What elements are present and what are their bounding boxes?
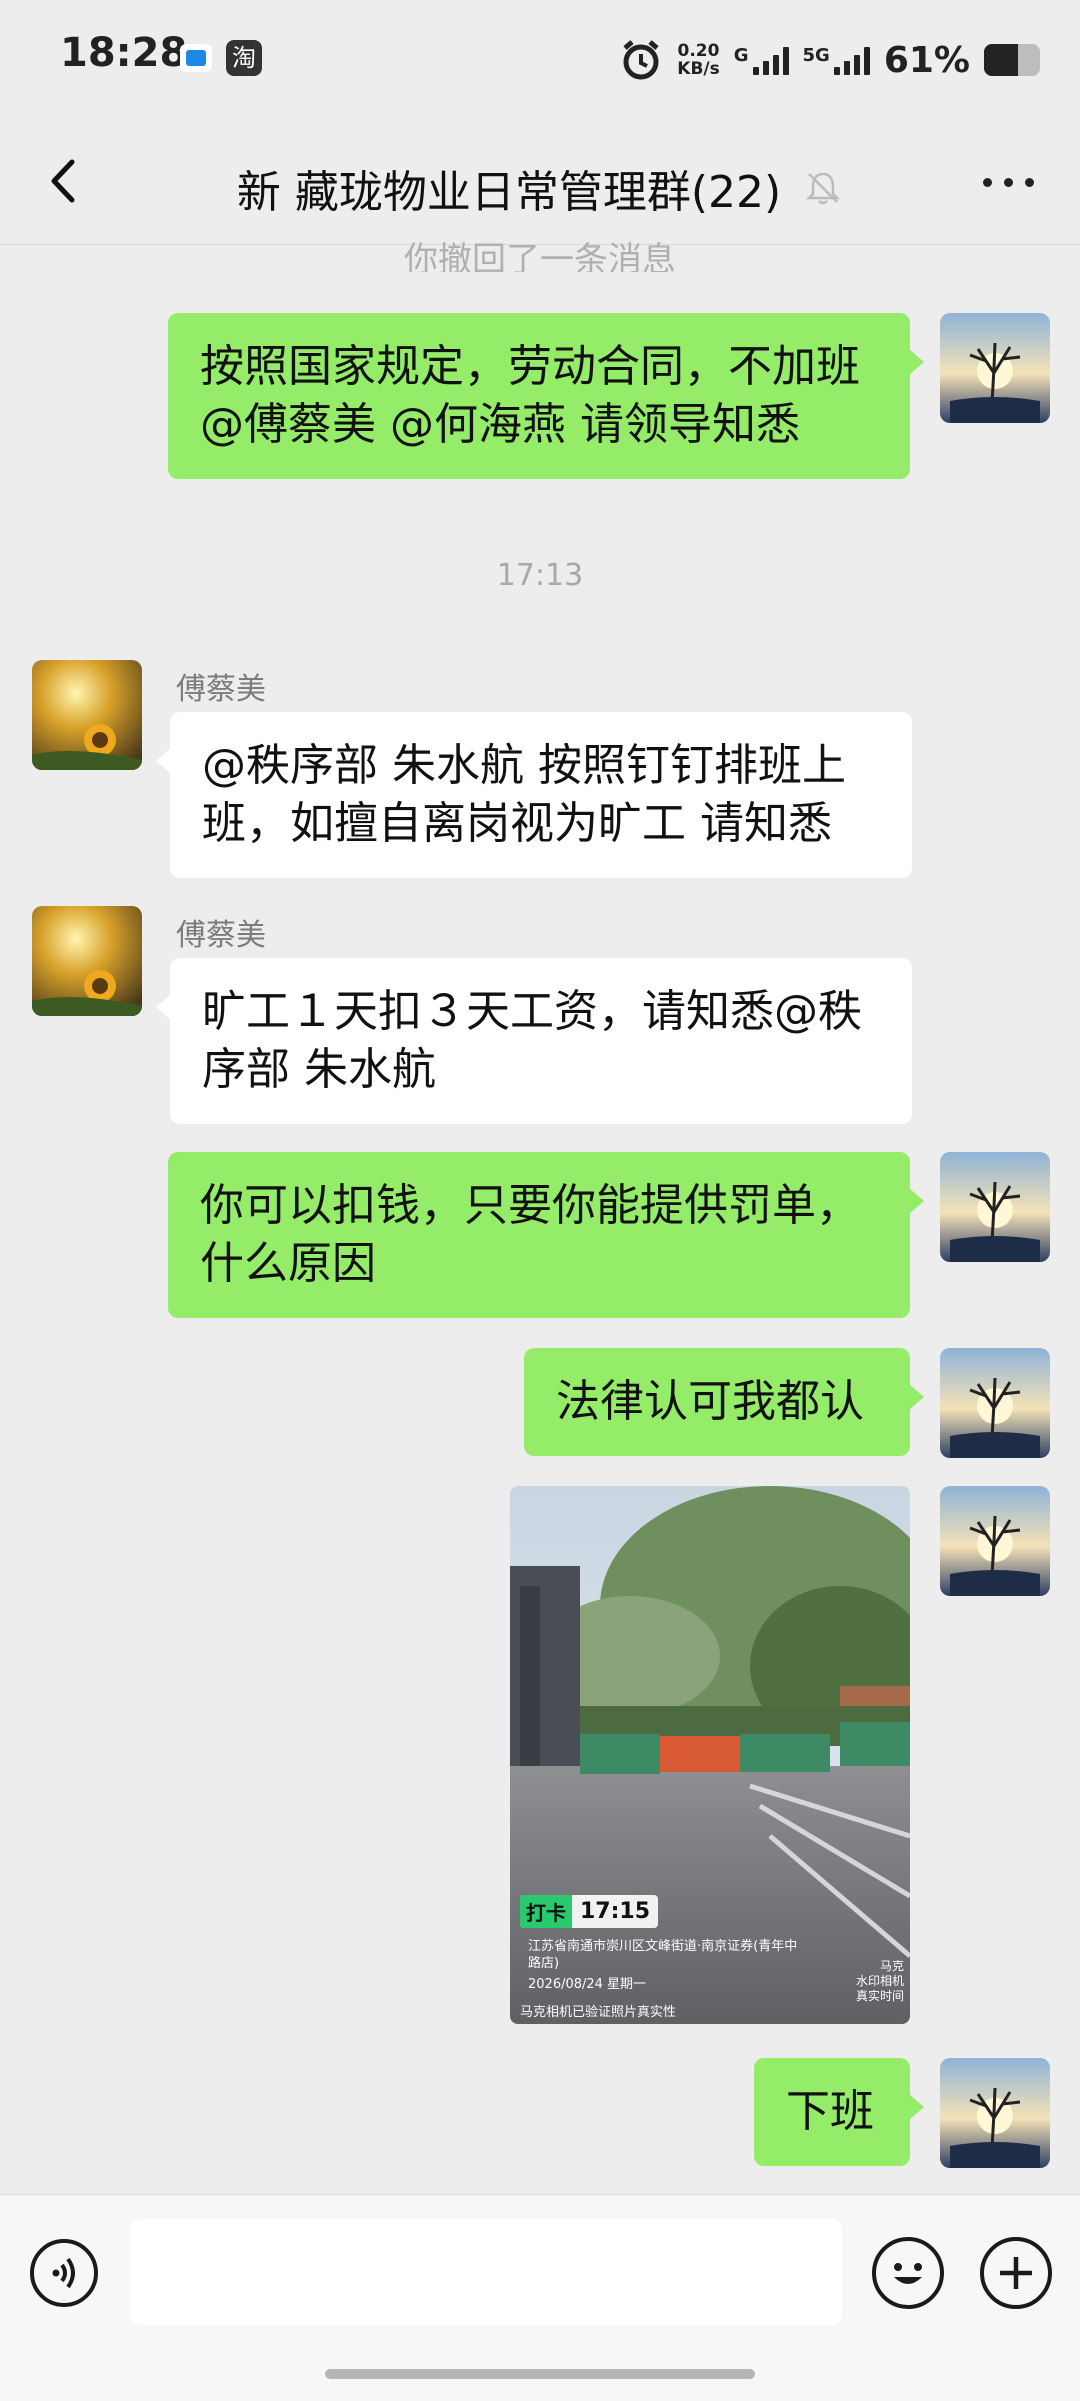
- photo-verify-note: 马克相机已验证照片真实性: [520, 2005, 677, 2020]
- photo-watermark: 马克 水印相机 真实时间: [855, 1959, 904, 2003]
- voice-button[interactable]: [30, 2239, 98, 2307]
- sunflower-avatar-image: [32, 660, 142, 770]
- chat-title: 新 藏珑物业日常管理群(22): [236, 167, 782, 218]
- sender-avatar[interactable]: [32, 906, 142, 1016]
- checkin-tag: 打卡 17:15: [520, 1895, 659, 1928]
- emoji-button[interactable]: [872, 2237, 944, 2309]
- message-bubble-theirs[interactable]: @秩序部 朱水航 按照钉钉排班上 班，如擅自离岗视为旷工 请知悉: [156, 712, 912, 878]
- network-type-g: G: [733, 45, 749, 66]
- sunflower-avatar-image: [32, 906, 142, 1016]
- network-type-5g: 5G: [802, 45, 830, 66]
- more-dots-icon: [983, 178, 992, 187]
- photo-date: 2026/08/24 星期一: [528, 1977, 647, 1992]
- message-bubble-mine[interactable]: 下班: [754, 2058, 924, 2166]
- network-speed: 0.20 KB/s: [677, 41, 720, 79]
- bell-muted-icon: [806, 172, 841, 205]
- app-notification-icon: [180, 44, 212, 72]
- my-avatar[interactable]: [940, 2058, 1050, 2168]
- tree-avatar-image: [940, 1486, 1050, 1596]
- message-bubble-theirs[interactable]: 旷工１天扣３天工资，请知悉@秩 序部 朱水航: [156, 958, 912, 1124]
- message-input[interactable]: [130, 2219, 842, 2325]
- voice-icon: [52, 2257, 75, 2289]
- my-avatar[interactable]: [940, 1152, 1050, 1262]
- tree-avatar-image: [940, 313, 1050, 423]
- sender-name: 傅蔡美: [176, 672, 266, 707]
- message-bubble-mine[interactable]: 按照国家规定，劳动合同，不加班 @傅蔡美 @何海燕 请领导知悉: [168, 313, 924, 479]
- status-bar: 18:28 淘 0.20 KB/s G 5G 61%: [0, 0, 1080, 120]
- emoji-icon: [894, 2263, 922, 2284]
- plus-button[interactable]: [980, 2237, 1052, 2309]
- tree-avatar-image: [940, 2058, 1050, 2168]
- status-time: 18:28: [60, 30, 188, 76]
- tree-avatar-image: [940, 1152, 1050, 1262]
- signal-icon: [752, 45, 789, 75]
- taobao-icon: 淘: [226, 40, 262, 76]
- more-button[interactable]: [983, 178, 1034, 187]
- message-bubble-mine[interactable]: 法律认可我都认: [524, 1348, 924, 1456]
- recall-notice: 你撤回了一条消息: [404, 240, 676, 272]
- plus-icon: [1000, 2257, 1032, 2289]
- message-bubble-mine[interactable]: 你可以扣钱，只要你能提供罚单， 什么原因: [168, 1152, 924, 1318]
- alarm-icon: [623, 40, 659, 80]
- chat-header: 新 藏珑物业日常管理群(22): [0, 120, 1080, 245]
- chat-title-area[interactable]: 新 藏珑物业日常管理群(22): [0, 156, 1080, 220]
- input-bar: [0, 2194, 1080, 2401]
- my-avatar[interactable]: [940, 1348, 1050, 1458]
- signal-icon-2: [833, 45, 870, 75]
- timestamp: 17:13: [496, 558, 584, 593]
- photo-address: 江苏省南通市崇川区文峰街道·南京证券(青年中路店): [528, 1939, 798, 1971]
- my-avatar[interactable]: [940, 1486, 1050, 1596]
- photo-message[interactable]: 打卡 17:15 江苏省南通市崇川区文峰街道·南京证券(青年中路店) 2026/…: [510, 1486, 910, 2024]
- home-indicator[interactable]: [325, 2369, 755, 2379]
- sender-name: 傅蔡美: [176, 918, 266, 953]
- battery-icon: [984, 44, 1040, 76]
- sender-avatar[interactable]: [32, 660, 142, 770]
- tree-avatar-image: [940, 1348, 1050, 1458]
- battery-percent: 61%: [883, 39, 970, 81]
- my-avatar[interactable]: [940, 313, 1050, 423]
